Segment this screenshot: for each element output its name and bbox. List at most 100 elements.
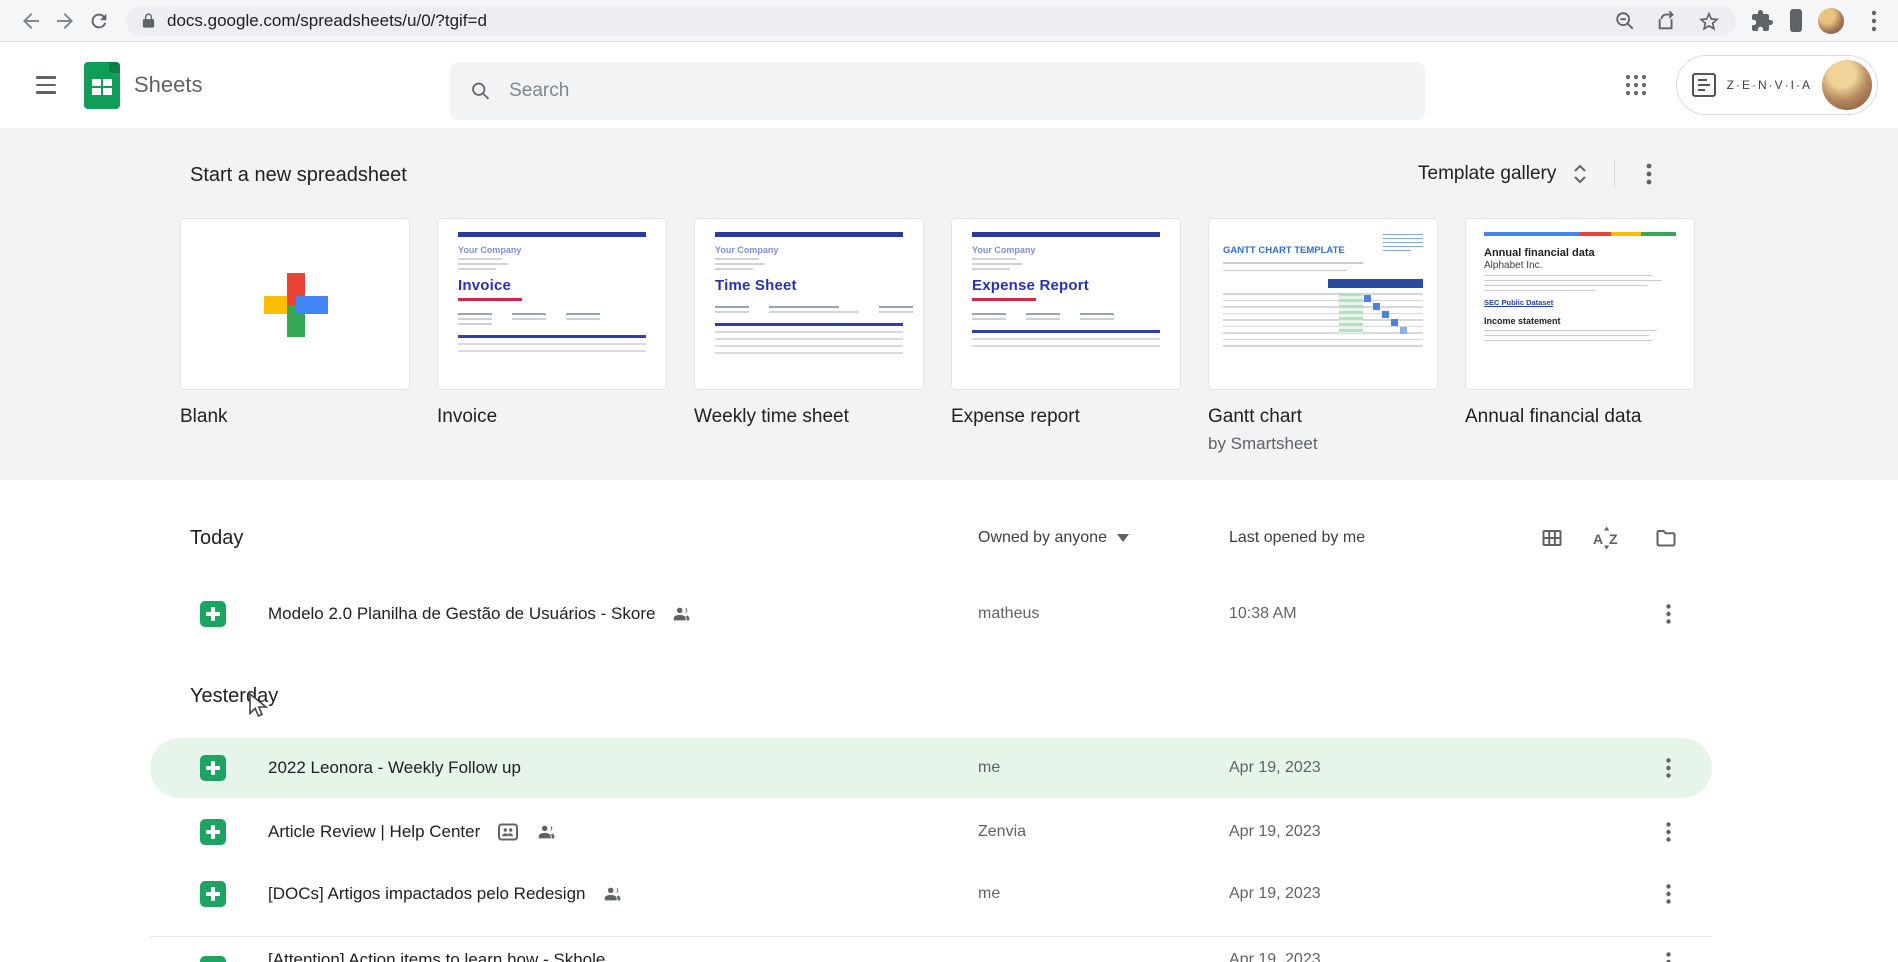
row-menu-button[interactable] bbox=[1644, 938, 1692, 962]
share-button[interactable] bbox=[1656, 10, 1678, 32]
sheets-file-icon bbox=[200, 956, 226, 962]
file-row[interactable]: [Attention] Action items to learn how - … bbox=[150, 942, 1712, 962]
row-menu-button[interactable] bbox=[1644, 808, 1692, 856]
template-section: Start a new spreadsheet Template gallery… bbox=[0, 128, 1898, 480]
file-opened: Apr 19, 2023 bbox=[1229, 885, 1321, 902]
template-cards: Blank Your Company Invoice Invoice Your … bbox=[180, 218, 1695, 454]
invoice-template-thumbnail[interactable]: Your Company Invoice bbox=[437, 218, 667, 390]
template-card-invoice: Your Company Invoice Invoice bbox=[437, 218, 667, 454]
search-input[interactable] bbox=[509, 80, 1405, 102]
shared-drive-badge-icon bbox=[498, 823, 519, 841]
forward-button[interactable] bbox=[48, 4, 82, 38]
template-label: Annual financial data bbox=[1465, 406, 1642, 427]
blank-template-thumbnail[interactable] bbox=[180, 218, 410, 390]
app-title: Sheets bbox=[134, 72, 203, 97]
bookmark-button[interactable] bbox=[1698, 10, 1720, 32]
reload-button[interactable] bbox=[82, 4, 116, 38]
thumb-company: Your Company bbox=[715, 245, 779, 255]
browser-toolbar: docs.google.com/spreadsheets/u/0/?tgif=d bbox=[0, 0, 1898, 42]
browser-menu-kebab-icon bbox=[1871, 10, 1877, 31]
owner-filter-label: Owned by anyone bbox=[978, 529, 1107, 546]
row-kebab-icon bbox=[1665, 758, 1671, 778]
row-kebab-icon bbox=[1665, 884, 1671, 904]
file-row[interactable]: Article Review | Help Center Zenvia Apr … bbox=[150, 802, 1712, 862]
row-menu-button[interactable] bbox=[1644, 590, 1692, 638]
timesheet-template-thumbnail[interactable]: Your Company Time Sheet bbox=[694, 218, 924, 390]
sort-button[interactable]: A Z bbox=[1588, 520, 1624, 556]
row-menu-button[interactable] bbox=[1644, 870, 1692, 918]
thumb-title: Invoice bbox=[458, 277, 512, 294]
group-heading-today: Today bbox=[190, 527, 244, 549]
template-gallery-button[interactable]: Template gallery bbox=[1408, 154, 1600, 194]
search-icon bbox=[472, 82, 490, 100]
dropdown-arrow-icon bbox=[1116, 534, 1129, 542]
grid-view-button[interactable] bbox=[1534, 520, 1570, 556]
file-owner: me bbox=[978, 885, 1001, 902]
file-owner: Zenvia bbox=[978, 823, 1027, 840]
template-options-button[interactable] bbox=[1629, 154, 1669, 194]
template-gallery-label: Template gallery bbox=[1418, 163, 1557, 184]
shared-people-icon bbox=[604, 887, 620, 901]
row-kebab-icon bbox=[1665, 604, 1671, 624]
file-list: Today Owned by anyone Last opened by me … bbox=[0, 508, 1898, 962]
bookmark-star-icon bbox=[1699, 11, 1719, 30]
owner-filter-button[interactable]: Owned by anyone bbox=[978, 508, 1129, 568]
template-label: Blank bbox=[180, 406, 228, 427]
thumb-title: Expense Report bbox=[972, 277, 1089, 294]
file-title: Modelo 2.0 Planilha de Gestão de Usuário… bbox=[268, 604, 656, 623]
template-card-expense: Your Company Expense Report Expense repo… bbox=[951, 218, 1181, 454]
file-title: Article Review | Help Center bbox=[268, 822, 481, 841]
file-opened: 10:38 AM bbox=[1229, 605, 1297, 622]
open-file-picker-button[interactable] bbox=[1648, 520, 1684, 556]
zoom-out-button[interactable] bbox=[1614, 10, 1636, 32]
template-card-blank: Blank bbox=[180, 218, 410, 454]
sheets-file-icon bbox=[200, 819, 226, 845]
group-heading-yesterday: Yesterday bbox=[190, 685, 279, 707]
row-menu-button[interactable] bbox=[1644, 744, 1692, 792]
extensions-button[interactable] bbox=[1750, 9, 1774, 33]
file-title: [DOCs] Artigos impactados pelo Redesign bbox=[268, 884, 586, 903]
google-apps-button[interactable] bbox=[1618, 67, 1654, 103]
gantt-template-thumbnail[interactable]: GANTT CHART TEMPLATE bbox=[1208, 218, 1438, 390]
sheets-home-screen: docs.google.com/spreadsheets/u/0/?tgif=d bbox=[0, 0, 1898, 962]
file-row[interactable]: Modelo 2.0 Planilha de Gestão de Usuário… bbox=[150, 584, 1712, 644]
template-label: Invoice bbox=[437, 406, 498, 427]
thumb-title: GANTT CHART TEMPLATE bbox=[1223, 245, 1345, 256]
side-panel-button[interactable] bbox=[1790, 8, 1802, 32]
back-button[interactable] bbox=[14, 4, 48, 38]
row-divider bbox=[150, 936, 1712, 937]
file-title: 2022 Leonora - Weekly Follow up bbox=[268, 758, 521, 777]
divider bbox=[1614, 160, 1616, 188]
file-title: [Attention] Action items to learn how - … bbox=[268, 950, 606, 962]
sort-az-icon: A Z bbox=[1593, 526, 1618, 550]
template-section-title: Start a new spreadsheet bbox=[190, 164, 407, 186]
main-menu-button[interactable] bbox=[24, 63, 68, 107]
thumb-subtitle: Alphabet Inc. bbox=[1484, 260, 1543, 271]
file-row[interactable]: [DOCs] Artigos impactados pelo Redesign … bbox=[150, 864, 1712, 924]
account-pill[interactable]: Z·E·N·V·I·A bbox=[1675, 55, 1878, 115]
zoom-out-icon bbox=[1616, 11, 1634, 29]
account-avatar[interactable] bbox=[1822, 60, 1872, 110]
lock-icon bbox=[142, 13, 155, 28]
address-bar[interactable]: docs.google.com/spreadsheets/u/0/?tgif=d bbox=[126, 5, 1736, 36]
file-row-highlighted[interactable]: 2022 Leonora - Weekly Follow up me Apr 1… bbox=[150, 738, 1712, 798]
thumb-link: SEC Public Dataset bbox=[1484, 298, 1554, 307]
last-opened-label: Last opened by me bbox=[1229, 529, 1366, 546]
sheets-file-icon bbox=[200, 601, 226, 627]
zenvia-logo bbox=[1691, 73, 1716, 97]
account-brand-text: Z·E·N·V·I·A bbox=[1726, 78, 1812, 92]
browser-profile-avatar[interactable] bbox=[1818, 7, 1844, 34]
file-opened: Apr 19, 2023 bbox=[1229, 823, 1321, 840]
sheets-logo[interactable] bbox=[84, 61, 120, 109]
grid-view-icon bbox=[1542, 530, 1562, 546]
expense-template-thumbnail[interactable]: Your Company Expense Report bbox=[951, 218, 1181, 390]
thumb-title: Time Sheet bbox=[715, 277, 797, 294]
template-card-timesheet: Your Company Time Sheet Weekly time shee… bbox=[694, 218, 924, 454]
row-kebab-icon bbox=[1665, 952, 1671, 962]
template-card-annual: Annual financial data Alphabet Inc. SEC … bbox=[1465, 218, 1695, 454]
browser-menu-button[interactable] bbox=[1860, 7, 1888, 35]
search-bar[interactable] bbox=[450, 62, 1425, 120]
template-label: Expense report bbox=[951, 406, 1080, 427]
annual-template-thumbnail[interactable]: Annual financial data Alphabet Inc. SEC … bbox=[1465, 218, 1695, 390]
shared-people-icon bbox=[674, 607, 690, 621]
